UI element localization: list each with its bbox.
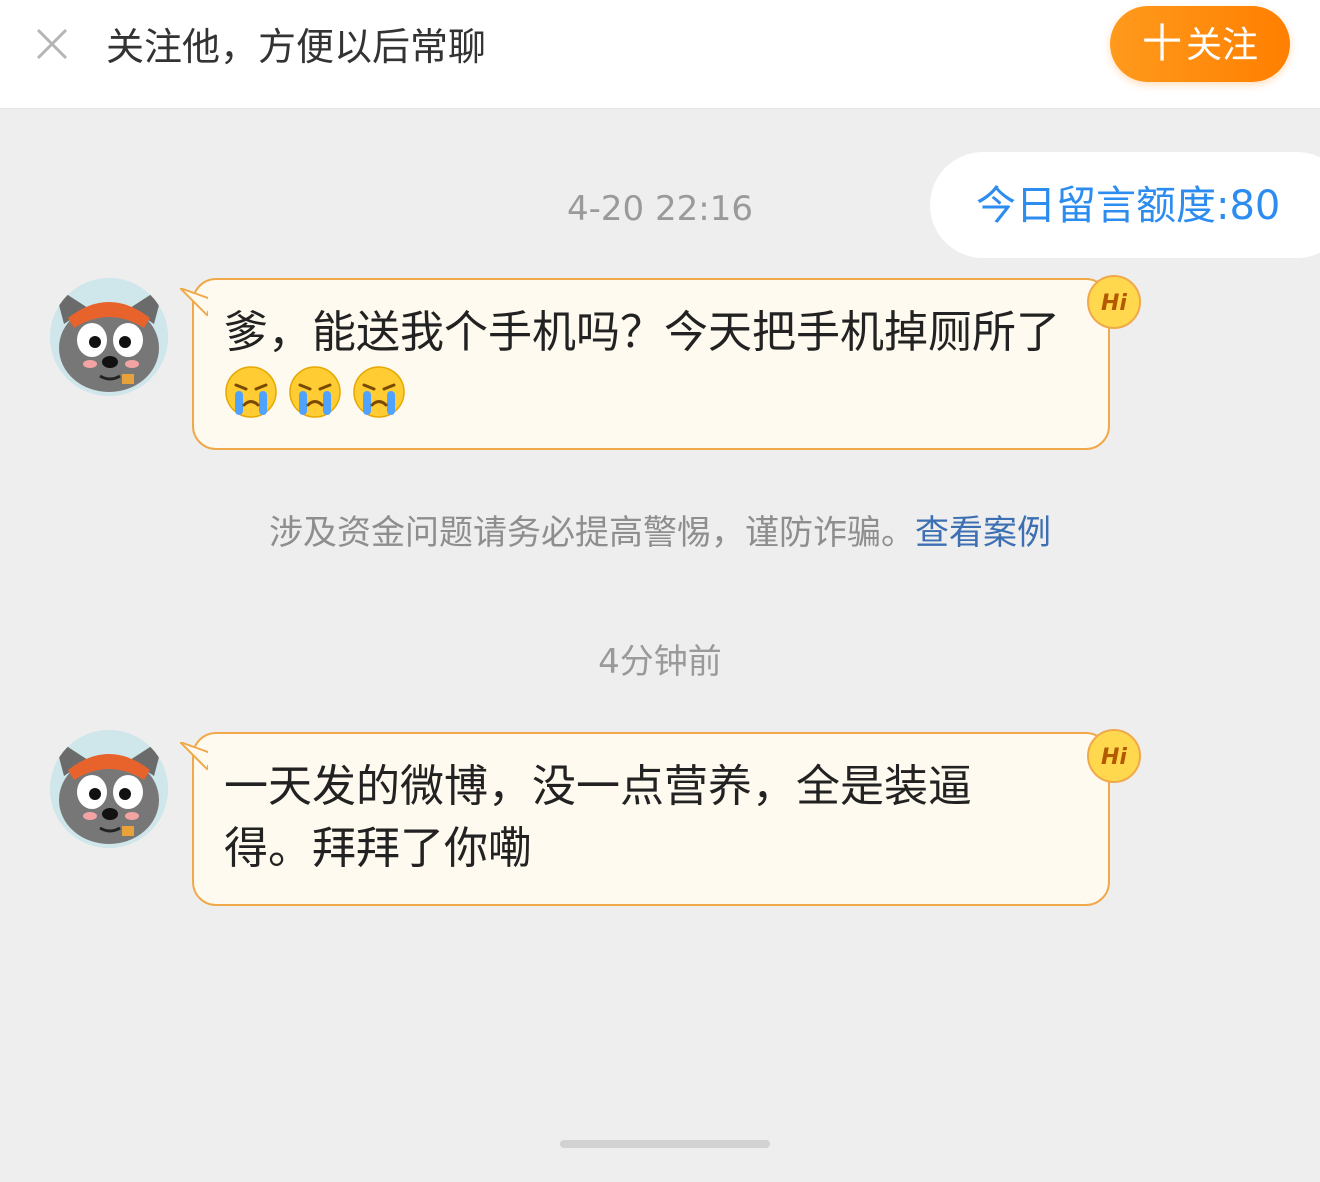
fraud-warning-text: 涉及资金问题请务必提高警惕，谨防诈骗。 [269, 513, 915, 553]
view-cases-link[interactable]: 查看案例 [915, 513, 1051, 553]
bubble-tail [180, 288, 208, 316]
plus-icon: 十 [1141, 21, 1182, 67]
emoji-group [224, 366, 416, 420]
hi-badge-icon: Hi [1087, 275, 1141, 329]
crying-face-icon [289, 366, 341, 418]
hi-badge-icon: Hi [1087, 729, 1141, 783]
svg-text:Hi: Hi [1101, 291, 1127, 316]
home-indicator [560, 1140, 770, 1148]
message-bubble[interactable]: Hi 爹，能送我个手机吗？今天把手机掉厕所了 [180, 275, 1141, 450]
wolf-avatar-icon [50, 730, 168, 848]
bubble-tail [180, 742, 208, 770]
crying-face-icon [353, 366, 405, 418]
close-icon[interactable] [34, 26, 70, 62]
avatar[interactable] [50, 730, 168, 848]
svg-text:Hi: Hi [1101, 745, 1127, 770]
follow-prompt-bar: 关注他，方便以后常聊 十关注 [0, 0, 1320, 109]
avatar[interactable] [50, 278, 168, 396]
message-text: 一天发的微博，没一点营养，全是装逼得。拜拜了你嘞 [224, 761, 972, 874]
wolf-avatar-icon [50, 278, 168, 396]
follow-prompt-text: 关注他，方便以后常聊 [106, 25, 487, 69]
message-text: 爹，能送我个手机吗？今天把手机掉厕所了 [224, 307, 1060, 358]
fraud-warning: 涉及资金问题请务必提高警惕，谨防诈骗。查看案例 [0, 510, 1320, 556]
message-timestamp: 4分钟前 [598, 642, 722, 682]
message-bubble[interactable]: Hi 一天发的微博，没一点营养，全是装逼得。拜拜了你嘞 [180, 729, 1141, 906]
follow-button-label: 关注 [1185, 25, 1258, 66]
follow-button[interactable]: 十关注 [1110, 6, 1290, 82]
crying-face-icon [225, 366, 277, 418]
message-timestamp: 4-20 22:16 [567, 189, 753, 229]
